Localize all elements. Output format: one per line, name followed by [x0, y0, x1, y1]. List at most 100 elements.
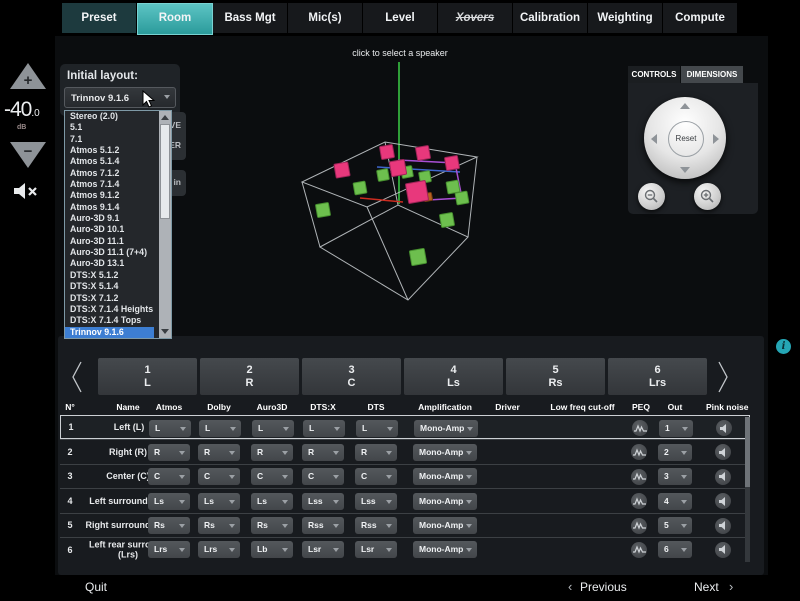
channel-button-5[interactable]: 5Rs: [506, 358, 605, 395]
scroll-down-icon[interactable]: [161, 329, 169, 334]
layout-option[interactable]: 7.1: [65, 134, 154, 145]
tab-bass-mgt[interactable]: Bass Mgt: [213, 3, 288, 33]
speaker-marker-height[interactable]: [455, 191, 469, 205]
out-select[interactable]: 2: [658, 444, 692, 461]
speaker-marker-main[interactable]: [379, 144, 394, 159]
speaker-marker-height[interactable]: [353, 181, 367, 195]
tab-preset[interactable]: Preset: [62, 3, 137, 33]
next-button[interactable]: Next: [694, 580, 719, 594]
dial-down-icon[interactable]: [680, 167, 690, 173]
dolby-select[interactable]: Lrs: [198, 541, 240, 558]
tab-weighting[interactable]: Weighting: [588, 3, 663, 33]
dial-left-icon[interactable]: [651, 134, 657, 144]
peq-button[interactable]: [631, 542, 647, 558]
out-select[interactable]: 1: [659, 420, 693, 437]
layout-option[interactable]: DTS:X 7.1.4 Tops: [65, 315, 154, 326]
tab-dimensions[interactable]: DIMENSIONS: [681, 66, 743, 83]
dtsx-select[interactable]: R: [302, 444, 344, 461]
layout-option[interactable]: Stereo (2.0): [65, 111, 154, 122]
tab-calibration[interactable]: Calibration: [513, 3, 588, 33]
layout-option[interactable]: Auro-3D 11.1: [65, 236, 154, 247]
dts-select[interactable]: R: [355, 444, 397, 461]
dts-select[interactable]: C: [355, 468, 397, 485]
layout-option[interactable]: Atmos 7.1.4: [65, 179, 154, 190]
tab-mic-s[interactable]: Mic(s): [288, 3, 363, 33]
tab-xovers[interactable]: Xovers: [438, 3, 513, 33]
dolby-select[interactable]: C: [198, 468, 240, 485]
scrollbar-thumb[interactable]: [160, 124, 170, 219]
layout-option[interactable]: Atmos 5.1.2: [65, 145, 154, 156]
layout-option[interactable]: DTS:X 5.1.2: [65, 270, 154, 281]
dts-select[interactable]: Lsr: [355, 541, 397, 558]
tab-room[interactable]: Room: [137, 3, 213, 35]
channels-prev-button[interactable]: [70, 360, 84, 399]
tab-compute[interactable]: Compute: [663, 3, 738, 33]
dtsx-select[interactable]: L: [303, 420, 345, 437]
peq-button[interactable]: [631, 469, 647, 485]
auro3d-select[interactable]: Rs: [251, 517, 293, 534]
dolby-select[interactable]: Rs: [198, 517, 240, 534]
layout-option[interactable]: Atmos 9.1.2: [65, 190, 154, 201]
amplification-select[interactable]: Mono-Amp: [413, 517, 477, 534]
channel-button-4[interactable]: 4Ls: [404, 358, 503, 395]
auro3d-select[interactable]: Lb: [251, 541, 293, 558]
pink-noise-button[interactable]: [715, 518, 731, 534]
dts-select[interactable]: Rss: [355, 517, 397, 534]
channel-button-1[interactable]: 1L: [98, 358, 197, 395]
dtsx-select[interactable]: C: [302, 468, 344, 485]
scroll-up-icon[interactable]: [161, 115, 169, 120]
layout-select[interactable]: Trinnov 9.1.6: [64, 87, 176, 108]
layout-option[interactable]: 5.1: [65, 122, 154, 133]
atmos-select[interactable]: L: [149, 420, 191, 437]
layout-option[interactable]: Atmos 9.1.4: [65, 202, 154, 213]
speaker-marker-height[interactable]: [377, 169, 390, 182]
quit-button[interactable]: Quit: [85, 580, 107, 594]
peq-button[interactable]: [631, 493, 647, 509]
auro3d-select[interactable]: Ls: [251, 493, 293, 510]
auro3d-select[interactable]: L: [252, 420, 294, 437]
speaker-marker-main[interactable]: [389, 159, 406, 176]
layout-option[interactable]: Auro-3D 10.1: [65, 224, 154, 235]
atmos-select[interactable]: C: [148, 468, 190, 485]
pink-noise-button[interactable]: [715, 469, 731, 485]
auro3d-select[interactable]: R: [251, 444, 293, 461]
atmos-select[interactable]: R: [148, 444, 190, 461]
amplification-select[interactable]: Mono-Amp: [413, 444, 477, 461]
pink-noise-button[interactable]: [716, 420, 732, 436]
reset-button[interactable]: Reset: [668, 121, 704, 157]
dolby-select[interactable]: Ls: [198, 493, 240, 510]
peq-button[interactable]: [631, 444, 647, 460]
peq-button[interactable]: [632, 420, 648, 436]
atmos-select[interactable]: Rs: [148, 517, 190, 534]
out-select[interactable]: 4: [658, 493, 692, 510]
pink-noise-button[interactable]: [715, 444, 731, 460]
dolby-select[interactable]: L: [199, 420, 241, 437]
atmos-select[interactable]: Ls: [148, 493, 190, 510]
table-scrollbar-thumb[interactable]: [745, 417, 750, 487]
layout-option[interactable]: Auro-3D 11.1 (7+4): [65, 247, 154, 258]
layout-option[interactable]: Trinnov 9.1.6: [65, 327, 154, 338]
tab-level[interactable]: Level: [363, 3, 438, 33]
pink-noise-button[interactable]: [715, 493, 731, 509]
previous-button[interactable]: Previous: [580, 580, 627, 594]
speaker-marker-height[interactable]: [446, 180, 460, 194]
out-select[interactable]: 5: [658, 517, 692, 534]
volume-down-button[interactable]: −: [10, 142, 46, 169]
speaker-marker-main[interactable]: [334, 162, 350, 178]
speaker-marker-height[interactable]: [409, 248, 426, 265]
speaker-marker-main[interactable]: [415, 145, 430, 160]
channels-next-button[interactable]: [716, 360, 730, 399]
previous-chevron-icon[interactable]: ‹: [568, 579, 572, 594]
channel-button-6[interactable]: 6Lrs: [608, 358, 707, 395]
amplification-select[interactable]: Mono-Amp: [414, 420, 478, 437]
zoom-in-button[interactable]: [694, 183, 721, 210]
speaker-marker-main[interactable]: [405, 180, 428, 203]
speaker-marker-height[interactable]: [315, 202, 330, 217]
dial-right-icon[interactable]: [713, 134, 719, 144]
layout-option[interactable]: Atmos 5.1.4: [65, 156, 154, 167]
dts-select[interactable]: Lss: [355, 493, 397, 510]
auro3d-select[interactable]: C: [251, 468, 293, 485]
amplification-select[interactable]: Mono-Amp: [413, 541, 477, 558]
dtsx-select[interactable]: Rss: [302, 517, 344, 534]
amplification-select[interactable]: Mono-Amp: [413, 493, 477, 510]
